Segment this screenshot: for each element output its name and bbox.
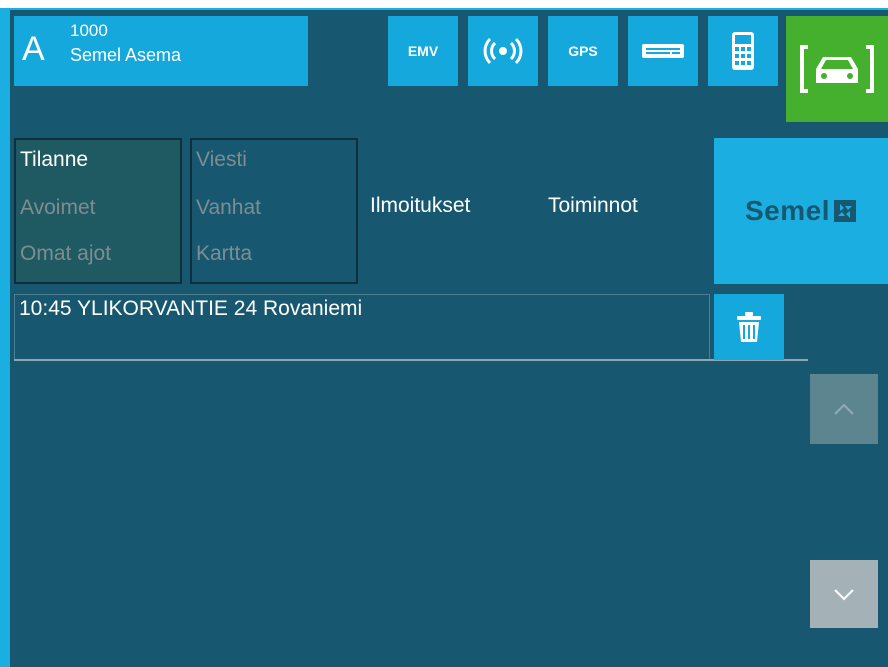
tab-vanhat[interactable]: Vanhat bbox=[196, 196, 261, 220]
station-name: Semel Asema bbox=[70, 45, 182, 65]
tab-omat-ajot[interactable]: Omat ajot bbox=[20, 242, 111, 266]
chevron-up-icon bbox=[834, 403, 854, 415]
top-strip bbox=[0, 0, 888, 8]
vehicle-number: 1000 bbox=[70, 21, 108, 40]
scroll-up-button[interactable] bbox=[810, 374, 878, 444]
tab-viesti[interactable]: Viesti bbox=[196, 148, 247, 172]
keyboard-button[interactable] bbox=[628, 16, 698, 86]
semel-logo-text: Semel bbox=[745, 195, 830, 226]
tab-toiminnot-label: Toiminnot bbox=[548, 194, 638, 217]
tab-ilmoitukset[interactable]: Ilmoitukset bbox=[366, 138, 534, 284]
tab-tilanne[interactable]: Tilanne bbox=[20, 148, 88, 172]
tab-ilmoitukset-label: Ilmoitukset bbox=[370, 194, 471, 217]
trash-icon bbox=[737, 312, 761, 342]
list-item[interactable]: 10:45 YLIKORVANTIE 24 Rovaniemi bbox=[14, 294, 710, 360]
calculator-icon bbox=[732, 32, 754, 70]
tab-group-status: Tilanne Avoimet Omat ajot bbox=[14, 138, 182, 284]
tab-group-messages: Viesti Vanhat Kartta bbox=[190, 138, 358, 284]
semel-logo: Semel bbox=[714, 138, 888, 284]
gps-label: GPS bbox=[568, 43, 598, 59]
row-divider bbox=[14, 359, 808, 361]
tab-kartta[interactable]: Kartta bbox=[196, 242, 252, 266]
taxi-status-button[interactable] bbox=[786, 16, 888, 122]
emv-label: EMV bbox=[407, 43, 439, 59]
tab-avoimet[interactable]: Avoimet bbox=[20, 196, 95, 220]
vehicle-status-box[interactable]: A 1000 Semel Asema bbox=[14, 16, 308, 86]
emv-button[interactable]: EMV bbox=[388, 16, 458, 86]
keyboard-icon bbox=[642, 44, 684, 58]
scroll-down-button[interactable] bbox=[810, 560, 878, 628]
calculator-button[interactable] bbox=[708, 16, 778, 86]
chevron-down-icon bbox=[834, 589, 854, 601]
list-item-text: 10:45 YLIKORVANTIE 24 Rovaniemi bbox=[19, 297, 363, 320]
wireless-icon bbox=[483, 37, 523, 65]
semel-logo-mark bbox=[834, 200, 856, 222]
taxi-icon bbox=[800, 45, 874, 93]
gps-button[interactable]: GPS bbox=[548, 16, 618, 86]
status-letter: A bbox=[22, 30, 45, 68]
tab-toiminnot[interactable]: Toiminnot bbox=[544, 138, 712, 284]
wireless-button[interactable] bbox=[468, 16, 538, 86]
delete-button[interactable] bbox=[714, 294, 784, 360]
